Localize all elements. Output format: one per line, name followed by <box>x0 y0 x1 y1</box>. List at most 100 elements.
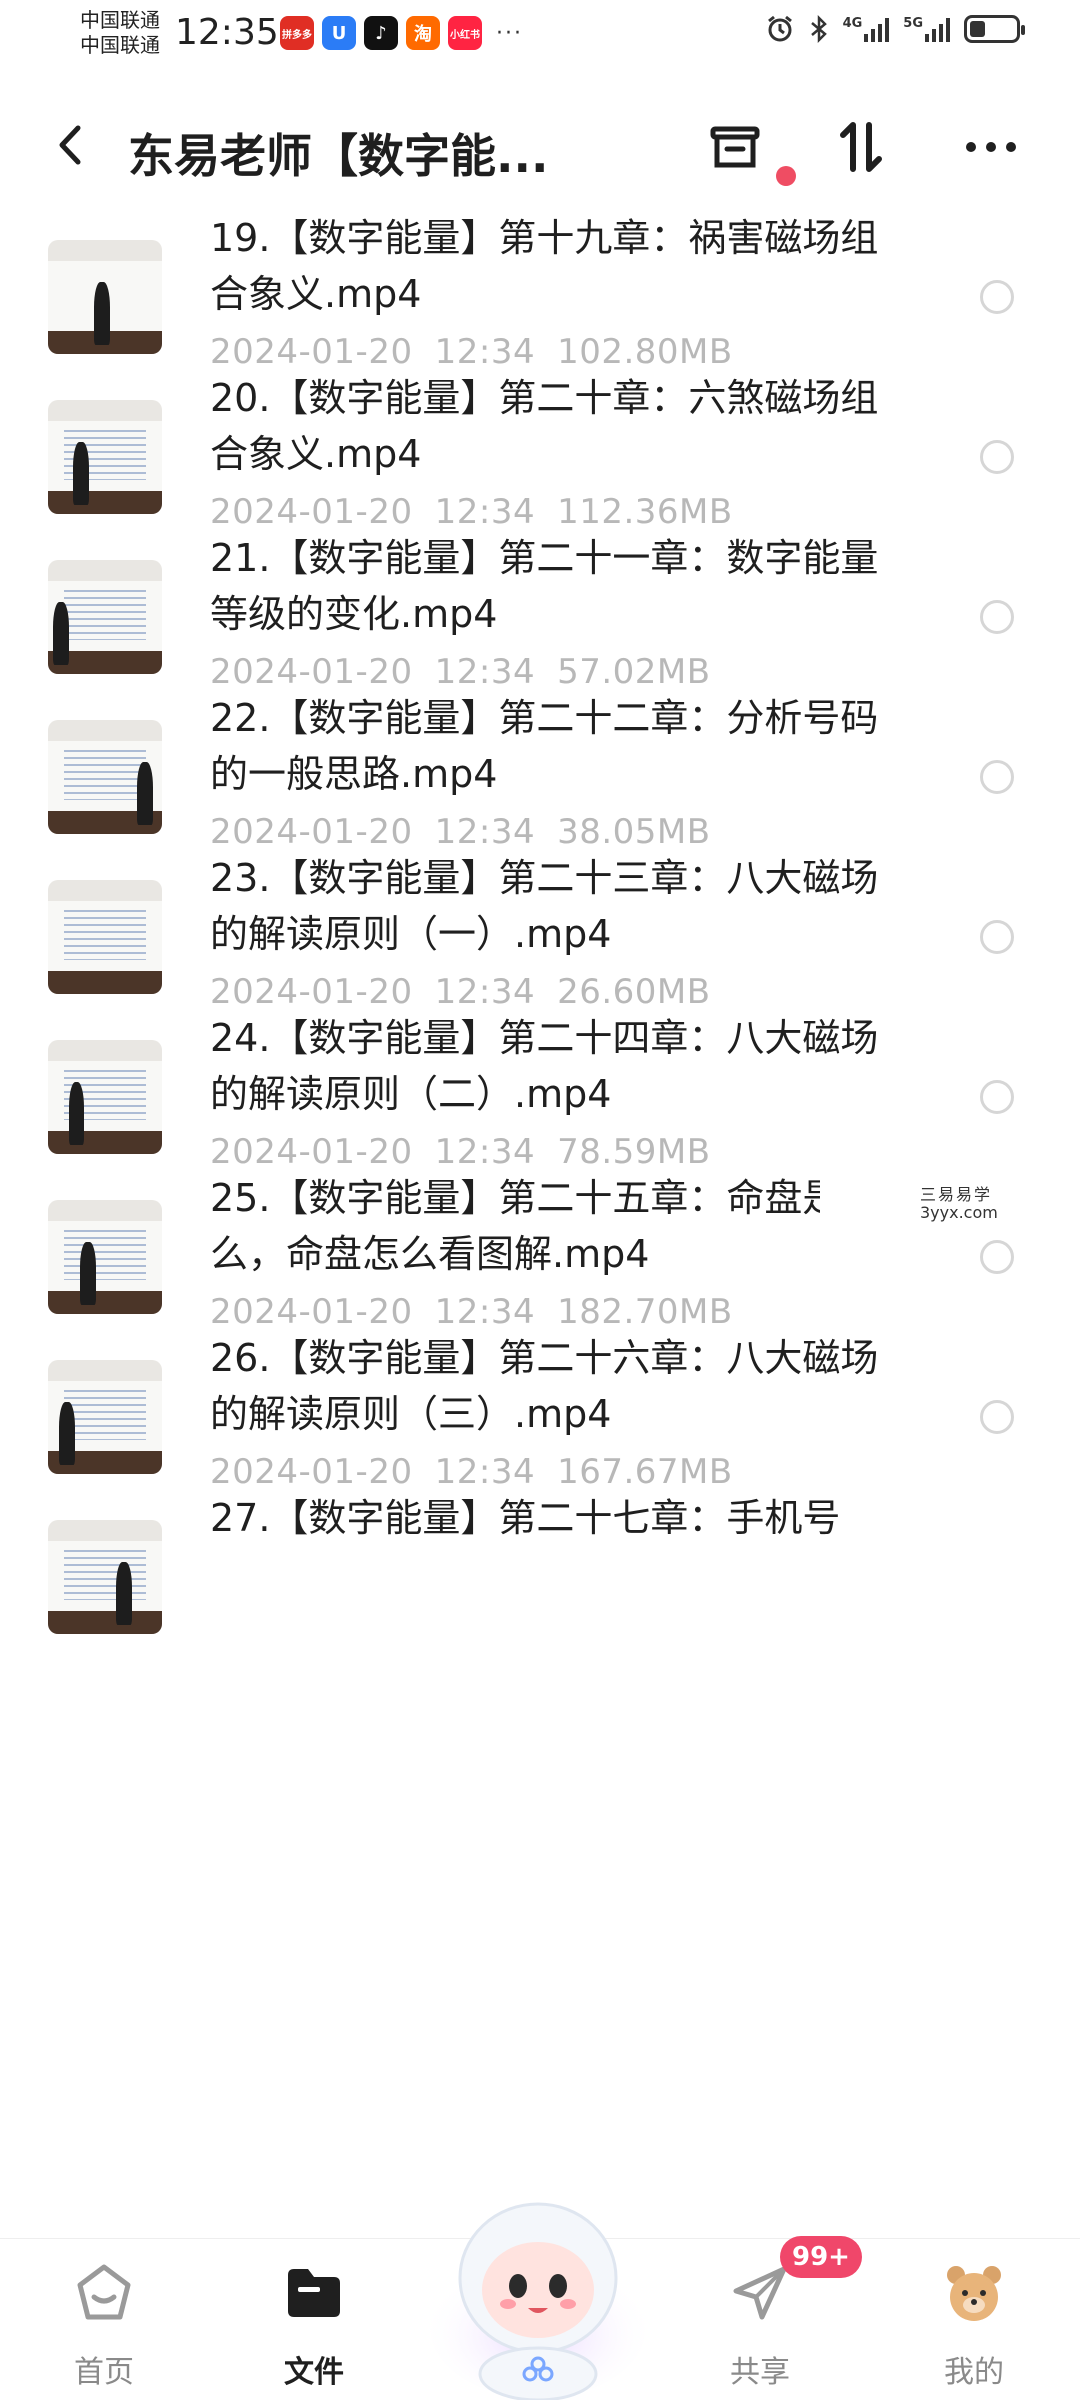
more-notifications-icon: ··· <box>496 20 523 46</box>
network-type-1: 4G <box>842 16 863 31</box>
file-date: 2024-01-20 <box>210 1292 413 1332</box>
file-meta: 2024-01-20 12:34 182.70MB <box>210 1292 733 1332</box>
header: 东易老师【数字能... <box>0 80 1080 210</box>
select-radio[interactable] <box>980 1240 1014 1274</box>
back-icon[interactable] <box>50 120 90 170</box>
file-name: 20.【数字能量】第二十章：六煞磁场组合象义.mp4 <box>210 376 879 476</box>
file-date: 2024-01-20 <box>210 1132 413 1172</box>
file-name: 22.【数字能量】第二十二章：分析号码的一般思路.mp4 <box>210 696 879 796</box>
video-thumbnail <box>48 1200 162 1314</box>
paper-plane-icon <box>733 2266 787 2320</box>
status-time: 12:35 <box>175 12 279 53</box>
system-icons: 4G 5G <box>765 14 1025 44</box>
carrier-2: 中国联通 <box>80 33 160 57</box>
notification-icons: 拼多多 U ♪ 淘小红书 ··· <box>280 16 523 50</box>
nav-files[interactable]: 文件 <box>224 2239 404 2400</box>
file-row[interactable]: 27.【数字能量】第二十七章：手机号 <box>0 1490 1080 1735</box>
file-date: 2024-01-20 <box>210 492 413 532</box>
select-radio[interactable] <box>980 440 1014 474</box>
file-name: 26.【数字能量】第二十六章：八大磁场的解读原则（三）.mp4 <box>210 1336 879 1436</box>
file-size: 78.59MB <box>557 1132 711 1172</box>
video-thumbnail <box>48 1520 162 1634</box>
file-size: 102.80MB <box>557 332 733 372</box>
archive-icon <box>710 126 760 168</box>
more-button[interactable] <box>956 112 1026 182</box>
archive-button[interactable] <box>700 112 770 182</box>
share-badge: 99+ <box>780 2236 862 2278</box>
sort-button[interactable] <box>826 112 896 182</box>
nav-share-label: 共享 <box>730 2355 790 2390</box>
taobao-icon: 淘 <box>406 16 440 50</box>
file-time: 12:34 <box>434 332 536 372</box>
battery-icon <box>964 15 1025 43</box>
select-radio[interactable] <box>980 760 1014 794</box>
file-meta: 2024-01-20 12:34 26.60MB <box>210 972 711 1012</box>
video-thumbnail <box>48 880 162 994</box>
video-thumbnail <box>48 560 162 674</box>
select-radio[interactable] <box>980 1080 1014 1114</box>
folder-icon <box>288 2269 340 2317</box>
nav-home-label: 首页 <box>74 2355 134 2390</box>
file-time: 12:34 <box>434 492 536 532</box>
file-meta: 2024-01-20 12:34 57.02MB <box>210 652 711 692</box>
file-time: 12:34 <box>434 1292 536 1332</box>
alarm-icon <box>767 15 792 42</box>
file-meta: 2024-01-20 12:34 78.59MB <box>210 1132 711 1172</box>
carrier-1: 中国联通 <box>80 8 160 32</box>
select-radio[interactable] <box>980 280 1014 314</box>
video-thumbnail <box>48 1040 162 1154</box>
file-meta: 2024-01-20 12:34 102.80MB <box>210 332 733 372</box>
file-name: 27.【数字能量】第二十七章：手机号 <box>210 1496 841 1540</box>
more-icon <box>966 142 1016 152</box>
file-name: 19.【数字能量】第十九章：祸害磁场组合象义.mp4 <box>210 216 879 316</box>
file-size: 57.02MB <box>557 652 711 692</box>
file-time: 12:34 <box>434 1132 536 1172</box>
nav-home[interactable]: 首页 <box>14 2239 194 2400</box>
nav-files-label: 文件 <box>284 2355 344 2390</box>
select-radio[interactable] <box>980 600 1014 634</box>
watermark: 三易易学 3yyx.com <box>820 1165 1080 1235</box>
signal-icon-2 <box>925 16 950 42</box>
file-date: 2024-01-20 <box>210 332 413 372</box>
file-meta: 2024-01-20 12:34 112.36MB <box>210 492 733 532</box>
video-thumbnail <box>48 240 162 354</box>
file-time: 12:34 <box>434 812 536 852</box>
file-name: 24.【数字能量】第二十四章：八大磁场的解读原则（二）.mp4 <box>210 1016 879 1116</box>
home-icon <box>77 2264 131 2320</box>
file-name: 25.【数字能量】第二十五章：命盘是什么，命盘怎么看图解.mp4 <box>210 1176 879 1276</box>
file-size: 38.05MB <box>557 812 711 852</box>
sort-icon <box>840 122 882 172</box>
file-size: 167.67MB <box>557 1452 733 1492</box>
file-name: 23.【数字能量】第二十三章：八大磁场的解读原则（一）.mp4 <box>210 856 879 956</box>
nav-profile[interactable]: 我的 <box>884 2239 1064 2400</box>
file-size: 112.36MB <box>557 492 733 532</box>
tiktok-icon: ♪ <box>364 16 398 50</box>
video-thumbnail <box>48 400 162 514</box>
file-size: 182.70MB <box>557 1292 733 1332</box>
assistant-mascot-icon[interactable] <box>428 2178 648 2400</box>
status-bar: 中国联通 中国联通 12:35 拼多多 U ♪ 淘小红书 ··· 4G 5G <box>0 0 1080 70</box>
watermark-line-1: 三易易学 <box>920 1185 993 1204</box>
file-date: 2024-01-20 <box>210 972 413 1012</box>
carrier-info: 中国联通 中国联通 <box>80 8 160 58</box>
watermark-line-2: 3yyx.com <box>920 1203 998 1222</box>
network-type-2: 5G <box>903 16 923 31</box>
file-meta: 2024-01-20 12:34 38.05MB <box>210 812 711 852</box>
file-size: 26.60MB <box>557 972 711 1012</box>
nav-profile-label: 我的 <box>944 2355 1004 2390</box>
pinduoduo-icon: 拼多多 <box>280 16 314 50</box>
file-time: 12:34 <box>434 652 536 692</box>
select-radio[interactable] <box>980 1400 1014 1434</box>
bluetooth-icon <box>810 14 827 44</box>
file-name: 21.【数字能量】第二十一章：数字能量等级的变化.mp4 <box>210 536 879 636</box>
video-thumbnail <box>48 720 162 834</box>
video-thumbnail <box>48 1360 162 1474</box>
file-meta: 2024-01-20 12:34 167.67MB <box>210 1452 733 1492</box>
page-title: 东易老师【数字能... <box>128 129 549 183</box>
file-date: 2024-01-20 <box>210 652 413 692</box>
notification-dot <box>776 166 796 186</box>
file-date: 2024-01-20 <box>210 812 413 852</box>
file-time: 12:34 <box>434 972 536 1012</box>
select-radio[interactable] <box>980 920 1014 954</box>
bear-avatar-icon <box>947 2266 1001 2321</box>
